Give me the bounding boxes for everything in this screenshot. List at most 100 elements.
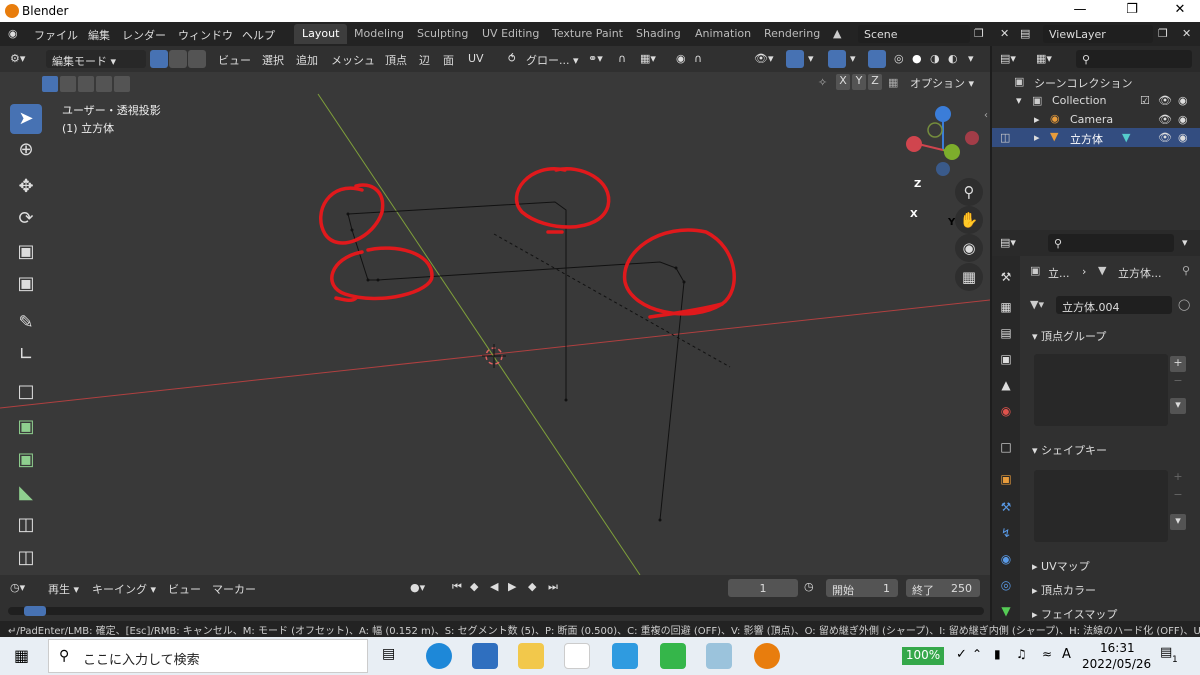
viewlayer-selector[interactable]: ViewLayer bbox=[1043, 25, 1153, 43]
add-cube-tool-icon[interactable]: □ bbox=[10, 377, 42, 407]
scene-tab-icon[interactable]: ▲ bbox=[998, 378, 1014, 394]
cursor-tool-icon[interactable]: ⊕ bbox=[10, 135, 42, 165]
ortho-toggle-icon[interactable]: ▦ bbox=[955, 263, 983, 291]
outliner-search-input[interactable]: ⚲ bbox=[1076, 50, 1192, 68]
ime-indicator[interactable]: A bbox=[1062, 647, 1071, 662]
tool-tab-icon[interactable]: ⚒ bbox=[998, 270, 1014, 286]
blender-menu-icon[interactable]: ◉ bbox=[8, 27, 18, 40]
panel-shape-keys[interactable]: ▾ シェイプキー bbox=[1026, 438, 1194, 460]
edge-select-icon[interactable] bbox=[169, 50, 187, 68]
wireframe-shading-icon[interactable]: ◎ bbox=[894, 52, 904, 65]
outliner-item-camera[interactable]: ▸ ◉ Camera 👁 ◉ bbox=[992, 110, 1200, 129]
tray-expand-icon[interactable]: ⌃ bbox=[972, 647, 982, 661]
expand-arrow-icon[interactable]: ▾ bbox=[1016, 94, 1022, 107]
expand-arrow-icon[interactable]: ▸ bbox=[1034, 131, 1040, 144]
vertex-group-specials-icon[interactable]: ▾ bbox=[1170, 398, 1186, 414]
physics-tab-icon[interactable]: ◉ bbox=[998, 552, 1014, 568]
notification-icon[interactable]: ▤ bbox=[1160, 645, 1172, 660]
add-vertex-group-icon[interactable]: + bbox=[1170, 356, 1186, 372]
menu-file[interactable]: ファイル bbox=[34, 27, 78, 43]
properties-options-icon[interactable]: ▾ bbox=[1182, 236, 1188, 249]
select-intersect-icon[interactable] bbox=[114, 76, 130, 92]
collection-tab-icon[interactable]: □ bbox=[998, 440, 1014, 456]
constraints-tab-icon[interactable]: ◎ bbox=[998, 578, 1014, 594]
menu-edge[interactable]: 辺 bbox=[419, 52, 430, 68]
battery-icon[interactable]: ▮ bbox=[994, 647, 1001, 661]
panel-vertex-colors[interactable]: ▸ 頂点カラー bbox=[1026, 578, 1194, 600]
menu-mesh[interactable]: メッシュ bbox=[331, 52, 375, 68]
remove-shape-key-icon[interactable]: − bbox=[1170, 488, 1186, 504]
panel-uv-maps[interactable]: ▸ UVマップ bbox=[1026, 554, 1194, 576]
select-new-icon[interactable] bbox=[42, 76, 58, 92]
sidebar-toggle-icon[interactable]: ‹ bbox=[984, 110, 988, 121]
jump-start-icon[interactable]: ⏮ bbox=[452, 580, 462, 594]
pivot-icon[interactable]: ⚭▾ bbox=[588, 52, 603, 65]
scene-icon[interactable]: ▲ bbox=[833, 27, 841, 40]
render-camera-icon[interactable]: ◉ bbox=[1178, 131, 1188, 144]
eye-icon[interactable]: 👁 bbox=[1158, 113, 1172, 126]
tab-shading[interactable]: Shading bbox=[628, 24, 689, 44]
render-camera-icon[interactable]: ◉ bbox=[1178, 94, 1188, 107]
render-tab-icon[interactable]: ▦ bbox=[998, 300, 1014, 316]
menu-select[interactable]: 選択 bbox=[262, 52, 284, 68]
modifier-tab-icon[interactable]: ⚒ bbox=[998, 500, 1014, 516]
properties-search-input[interactable]: ⚲ bbox=[1048, 234, 1174, 252]
menu-window[interactable]: ウィンドウ bbox=[178, 27, 233, 43]
inset-tool-icon[interactable]: ▣ bbox=[10, 445, 42, 475]
view-layer-tab-icon[interactable]: ▣ bbox=[998, 352, 1014, 368]
visibility-icon[interactable]: 👁▾ bbox=[754, 52, 774, 65]
menu-render[interactable]: レンダー bbox=[122, 27, 166, 43]
menu-timeline-view[interactable]: ビュー bbox=[168, 581, 201, 597]
3d-viewport[interactable]: Z X Y ✧ X Y Z ▦ オプション ▾ ユーザー・透視投影 (1) 立方… bbox=[0, 72, 990, 575]
mirror-y-button[interactable]: Y bbox=[852, 74, 866, 90]
add-shape-key-icon[interactable]: + bbox=[1170, 470, 1186, 486]
itunes-icon[interactable] bbox=[564, 643, 590, 669]
rotate-tool-icon[interactable]: ⟳ bbox=[10, 204, 42, 234]
menu-vertex[interactable]: 頂点 bbox=[385, 52, 407, 68]
tab-modeling[interactable]: Modeling bbox=[346, 24, 412, 44]
end-frame-field[interactable]: 終了 250 bbox=[906, 579, 980, 597]
world-tab-icon[interactable]: ◉ bbox=[998, 404, 1014, 420]
object-tab-icon[interactable]: ▣ bbox=[998, 472, 1014, 488]
tab-texture-paint[interactable]: Texture Paint bbox=[544, 24, 631, 44]
solid-shading-icon[interactable]: ● bbox=[912, 52, 922, 65]
menu-marker[interactable]: マーカー bbox=[212, 581, 256, 597]
tab-uv-editing[interactable]: UV Editing bbox=[474, 24, 547, 44]
menu-playback[interactable]: 再生 ▾ bbox=[48, 581, 79, 597]
particles-tab-icon[interactable]: ↯ bbox=[998, 526, 1014, 542]
output-tab-icon[interactable]: ▤ bbox=[998, 326, 1014, 342]
copy-viewlayer-icon[interactable]: ❐ bbox=[1158, 27, 1168, 40]
transform-tool-icon[interactable]: ▣ bbox=[10, 269, 42, 299]
menu-add[interactable]: 追加 bbox=[296, 52, 318, 68]
shading-dropdown-icon[interactable]: ▾ bbox=[968, 52, 974, 65]
copy-scene-icon[interactable]: ❐ bbox=[974, 27, 984, 40]
xray-toggle-icon[interactable] bbox=[868, 50, 886, 68]
mesh-name-field[interactable]: 立方体.004 bbox=[1056, 296, 1172, 314]
pan-hand-icon[interactable]: ✋ bbox=[955, 206, 983, 234]
snap-icon[interactable]: ∩ bbox=[618, 52, 626, 65]
data-tab-icon[interactable]: ▼ bbox=[998, 604, 1014, 620]
taskbar-search-box[interactable]: ⚲ ここに入力して検索 bbox=[48, 639, 368, 673]
select-mode-buttons[interactable] bbox=[38, 74, 130, 92]
tab-sculpting[interactable]: Sculpting bbox=[409, 24, 476, 44]
task-view-icon[interactable]: ▤ bbox=[382, 646, 395, 662]
mesh-browse-icon[interactable]: ▼▾ bbox=[1030, 298, 1044, 311]
battery-indicator[interactable]: 100% bbox=[902, 647, 944, 665]
snap-target-icon[interactable]: ▦▾ bbox=[640, 52, 656, 65]
remove-vertex-group-icon[interactable]: − bbox=[1170, 374, 1186, 390]
vertex-groups-list[interactable] bbox=[1034, 354, 1168, 426]
select-box-tool-icon[interactable]: ➤ bbox=[10, 104, 42, 134]
falloff-icon[interactable]: ∩ bbox=[694, 52, 702, 65]
play-reverse-icon[interactable]: ◀ bbox=[490, 580, 498, 593]
outliner-editor-icon[interactable]: ▤▾ bbox=[1000, 52, 1016, 65]
expand-arrow-icon[interactable]: ▸ bbox=[1034, 113, 1040, 126]
notes-app-icon[interactable] bbox=[706, 643, 732, 669]
clock-time[interactable]: 16:31 bbox=[1100, 641, 1135, 655]
preview-range-icon[interactable]: ◷ bbox=[804, 580, 814, 593]
mirror-z-button[interactable]: Z bbox=[868, 74, 882, 90]
zoom-icon[interactable]: ⚲ bbox=[955, 178, 983, 206]
transform-orientation-selector[interactable]: グロー... ▾ bbox=[526, 52, 579, 68]
face-select-icon[interactable] bbox=[188, 50, 206, 68]
menu-help[interactable]: ヘルプ bbox=[242, 27, 275, 43]
material-shading-icon[interactable]: ◑ bbox=[930, 52, 940, 65]
